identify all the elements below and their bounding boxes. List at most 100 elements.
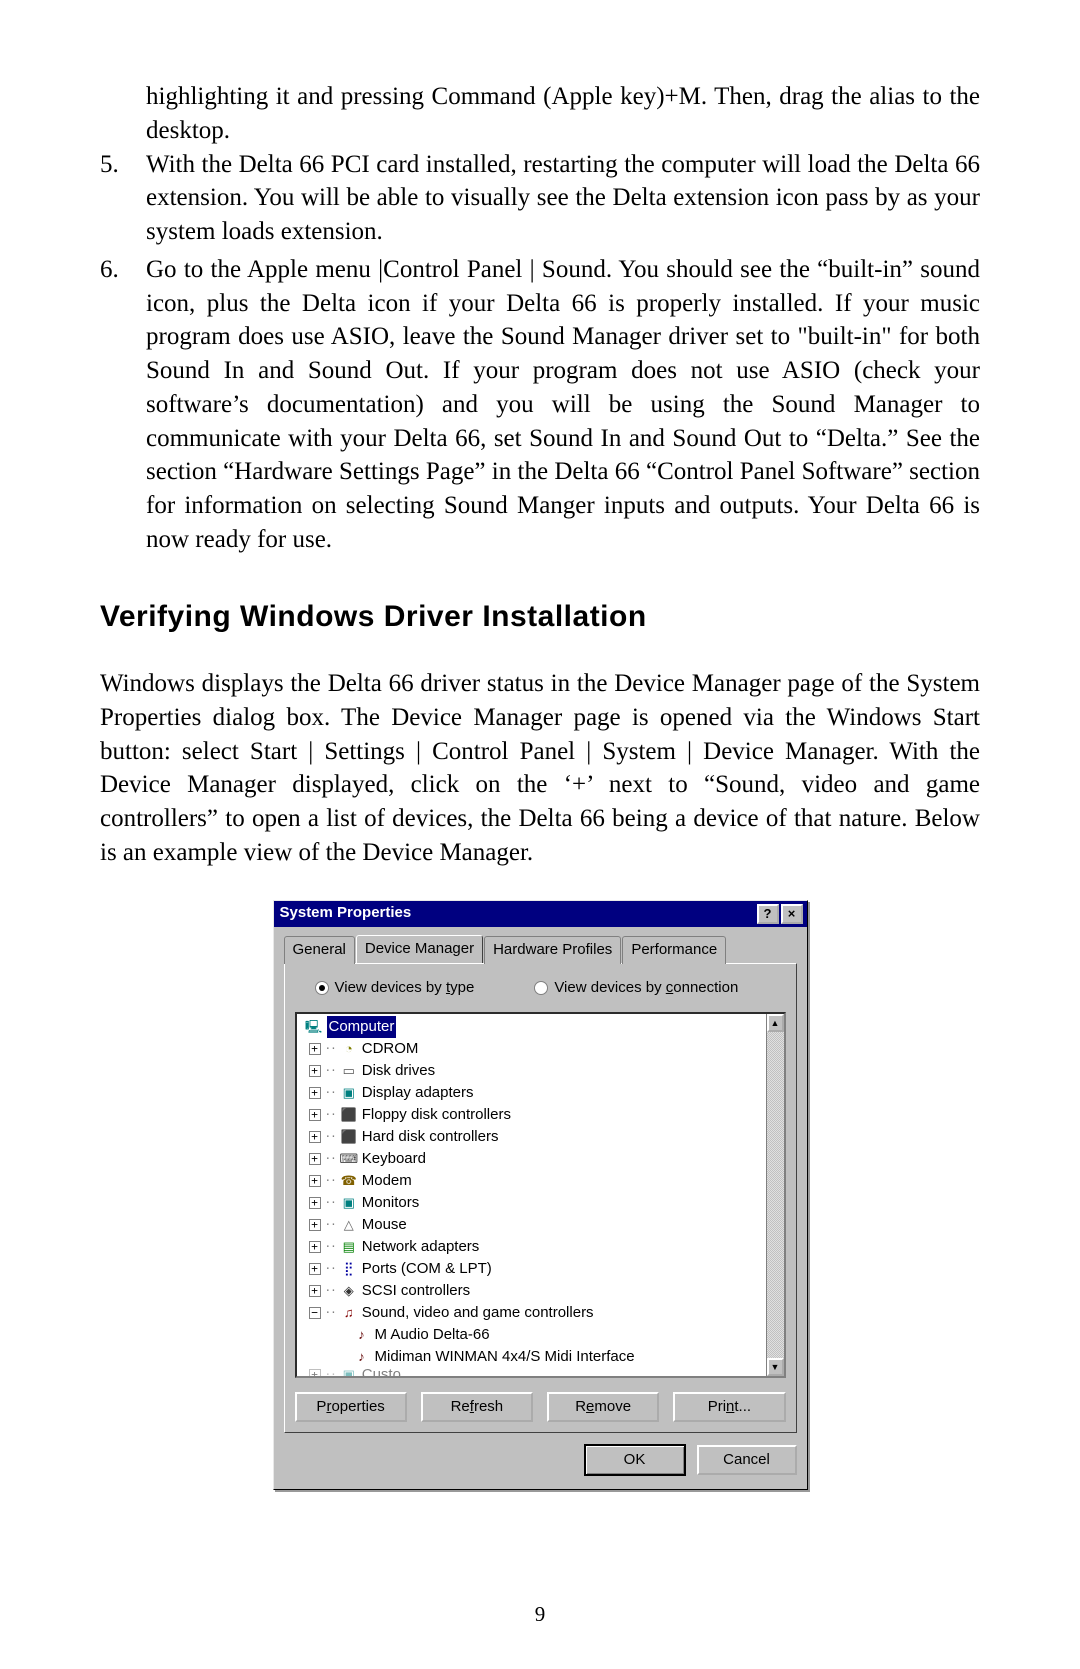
system-properties-dialog: System Properties ? × General Device Man…	[273, 900, 808, 1491]
device-icon: ▣	[340, 1085, 358, 1101]
tree-node[interactable]: +··△Mouse	[303, 1214, 784, 1236]
dialog-title: System Properties	[280, 903, 755, 923]
device-icon: △	[340, 1217, 358, 1233]
expand-icon[interactable]: +	[309, 1241, 321, 1253]
expand-icon[interactable]: +	[309, 1153, 321, 1165]
radio-dot-icon	[315, 981, 329, 995]
expand-icon[interactable]: +	[309, 1175, 321, 1187]
tree-node-label: SCSI controllers	[362, 1280, 470, 1302]
section-heading: Verifying Windows Driver Installation	[100, 597, 980, 638]
list-text: Go to the Apple menu |Control Panel | So…	[146, 253, 980, 557]
tree-node-label: Keyboard	[362, 1148, 426, 1170]
remove-button[interactable]: Remove	[547, 1392, 659, 1422]
titlebar[interactable]: System Properties ? ×	[274, 901, 807, 927]
expand-icon[interactable]: +	[309, 1043, 321, 1055]
radio-view-by-connection[interactable]: View devices by connection	[534, 978, 738, 998]
tree-cutoff-label: Custo	[362, 1368, 401, 1378]
device-icon: ◈	[340, 1283, 358, 1299]
expand-icon[interactable]: −	[309, 1307, 321, 1319]
ok-button[interactable]: OK	[585, 1445, 685, 1475]
tree-node-label: Sound, video and game controllers	[362, 1302, 594, 1324]
device-icon: ▤	[340, 1239, 358, 1255]
device-icon: ⬛	[340, 1107, 358, 1123]
body-paragraph: Windows displays the Delta 66 driver sta…	[100, 667, 980, 870]
tree-node[interactable]: +··⌨Keyboard	[303, 1148, 784, 1170]
device-icon: ⌨	[340, 1151, 358, 1167]
tree-node-label: Display adapters	[362, 1082, 474, 1104]
radio-dot-icon	[534, 981, 548, 995]
tree-child-label: Midiman WINMAN 4x4/S Midi Interface	[375, 1346, 635, 1368]
device-icon: ♪	[353, 1349, 371, 1365]
tree-node[interactable]: +··▣Monitors	[303, 1192, 784, 1214]
expand-icon[interactable]: +	[309, 1197, 321, 1209]
radio-view-by-type[interactable]: View devices by type	[315, 978, 475, 998]
expand-icon[interactable]: +	[309, 1087, 321, 1099]
cancel-button[interactable]: Cancel	[697, 1445, 797, 1475]
help-button[interactable]: ?	[757, 904, 779, 924]
tree-node[interactable]: +··◔CDROM	[303, 1038, 784, 1060]
tree-node-label: Floppy disk controllers	[362, 1104, 511, 1126]
tree-node-label: Network adapters	[362, 1236, 480, 1258]
tree-node[interactable]: +··⬛Hard disk controllers	[303, 1126, 784, 1148]
tree-node[interactable]: +··▣Display adapters	[303, 1082, 784, 1104]
device-icon: ▭	[340, 1063, 358, 1079]
list-item-5: 5. With the Delta 66 PCI card installed,…	[100, 148, 980, 249]
expand-icon[interactable]: +	[309, 1285, 321, 1297]
tree-node-label: Modem	[362, 1170, 412, 1192]
list-number: 6.	[100, 253, 146, 557]
refresh-button[interactable]: Refresh	[421, 1392, 533, 1422]
expand-icon[interactable]: +	[309, 1109, 321, 1121]
device-icon: ▣	[340, 1195, 358, 1211]
tree-child-label: M Audio Delta-66	[375, 1324, 490, 1346]
device-icon: ☎	[340, 1173, 358, 1189]
radio-label: View devices by type	[335, 978, 475, 998]
expand-icon: +	[309, 1369, 321, 1378]
scroll-up-icon[interactable]: ▲	[767, 1014, 784, 1032]
tree-root-label: Computer	[327, 1016, 397, 1038]
tree-child-node[interactable]: ♪M Audio Delta-66	[303, 1324, 784, 1346]
device-icon: ▣	[340, 1368, 358, 1378]
tab-performance[interactable]: Performance	[622, 936, 726, 964]
device-tree[interactable]: 🖳 Computer +··◔CDROM+··▭Disk drives+··▣D…	[295, 1012, 786, 1378]
tree-node[interactable]: +··☎Modem	[303, 1170, 784, 1192]
intro-continuation: highlighting it and pressing Command (Ap…	[146, 80, 980, 148]
expand-icon[interactable]: +	[309, 1263, 321, 1275]
tree-node[interactable]: +··⣟Ports (COM & LPT)	[303, 1258, 784, 1280]
tree-node[interactable]: −··♫Sound, video and game controllers	[303, 1302, 784, 1324]
expand-icon[interactable]: +	[309, 1065, 321, 1077]
tree-cutoff-row: + ·· ▣ Custo	[303, 1368, 784, 1378]
print-button[interactable]: Print...	[673, 1392, 785, 1422]
tree-node[interactable]: +··▤Network adapters	[303, 1236, 784, 1258]
tree-node-label: Hard disk controllers	[362, 1126, 499, 1148]
tab-general[interactable]: General	[284, 936, 355, 964]
tree-node-label: CDROM	[362, 1038, 419, 1060]
tree-node-label: Monitors	[362, 1192, 420, 1214]
tree-node[interactable]: +··⬛Floppy disk controllers	[303, 1104, 784, 1126]
tree-child-node[interactable]: ♪Midiman WINMAN 4x4/S Midi Interface	[303, 1346, 784, 1368]
device-icon: ⣟	[340, 1261, 358, 1277]
tree-node[interactable]: +··◈SCSI controllers	[303, 1280, 784, 1302]
list-number: 5.	[100, 148, 146, 249]
expand-icon[interactable]: +	[309, 1131, 321, 1143]
tab-device-manager[interactable]: Device Manager	[356, 935, 483, 963]
close-button[interactable]: ×	[781, 904, 803, 924]
properties-button[interactable]: Properties	[295, 1392, 407, 1422]
tree-root[interactable]: 🖳 Computer	[303, 1016, 784, 1038]
computer-icon: 🖳	[305, 1019, 323, 1035]
tab-strip: General Device Manager Hardware Profiles…	[274, 927, 807, 963]
tree-node-label: Disk drives	[362, 1060, 435, 1082]
tab-panel: View devices by type View devices by con…	[284, 963, 797, 1433]
radio-label: View devices by connection	[554, 978, 738, 998]
device-icon: ⬛	[340, 1129, 358, 1145]
scroll-down-icon[interactable]: ▼	[767, 1358, 784, 1376]
list-text: With the Delta 66 PCI card installed, re…	[146, 148, 980, 249]
page-number: 9	[0, 1602, 1080, 1627]
tab-hardware-profiles[interactable]: Hardware Profiles	[484, 936, 621, 964]
device-icon: ◔	[340, 1041, 358, 1057]
tree-node-label: Ports (COM & LPT)	[362, 1258, 492, 1280]
expand-icon[interactable]: +	[309, 1219, 321, 1231]
device-icon: ♪	[353, 1327, 371, 1343]
scrollbar[interactable]: ▲ ▼	[766, 1014, 784, 1376]
tree-node[interactable]: +··▭Disk drives	[303, 1060, 784, 1082]
device-icon: ♫	[340, 1305, 358, 1321]
